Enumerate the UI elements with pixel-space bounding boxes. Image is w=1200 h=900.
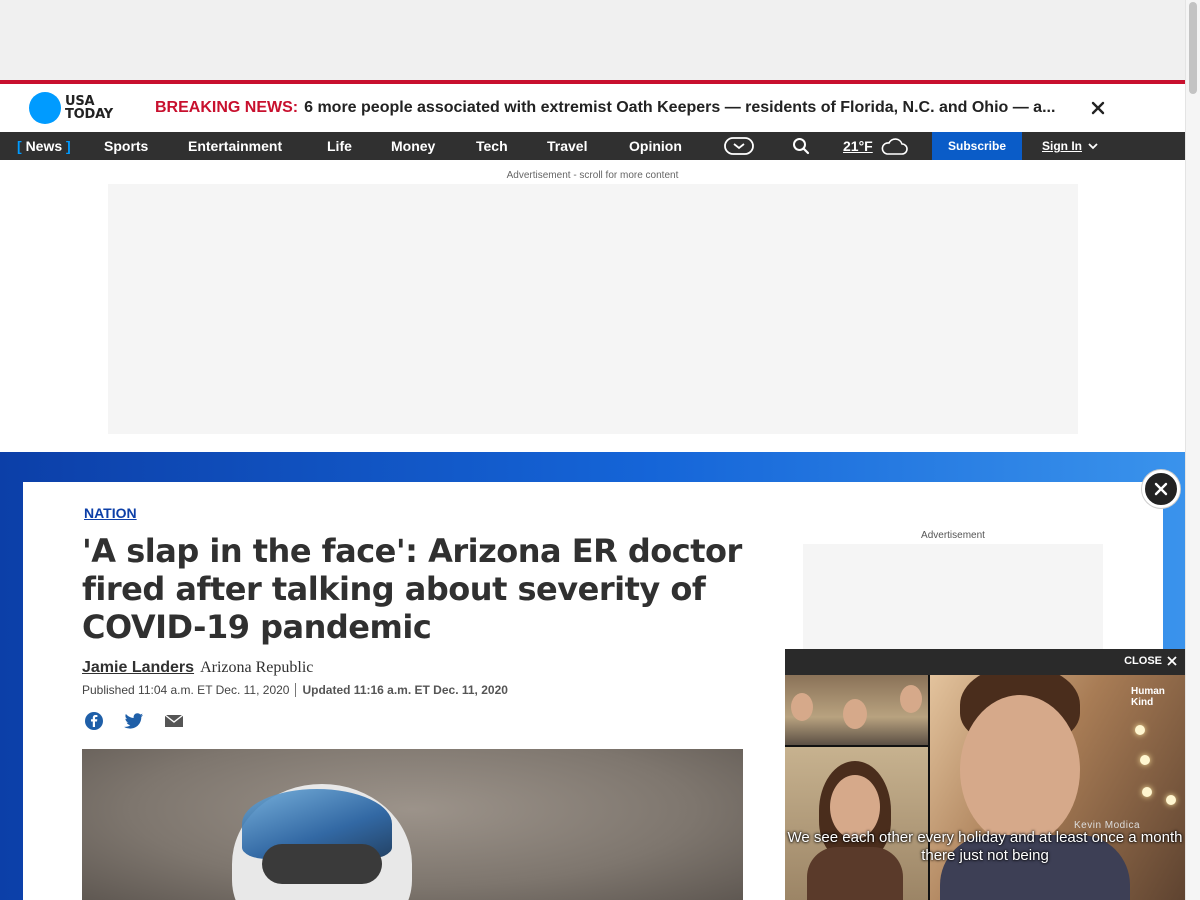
sign-in-label: Sign In [1042, 139, 1082, 153]
logo-line-2: TODAY [65, 107, 113, 122]
floating-video-player[interactable]: CLOSE Human Kind Kevin Modica We see eac… [785, 649, 1185, 900]
updated-date: Updated 11:16 a.m. ET Dec. 11, 2020 [302, 683, 508, 697]
person-face [960, 695, 1080, 845]
breaking-news-bar: USA TODAY BREAKING NEWS: 6 more people a… [0, 80, 1185, 132]
scrollbar[interactable] [1185, 0, 1200, 900]
breaking-news-headline[interactable]: 6 more people associated with extremist … [304, 99, 1072, 117]
close-icon [1167, 656, 1177, 666]
twitter-icon[interactable] [123, 710, 145, 732]
facebook-icon[interactable] [83, 710, 105, 732]
sidebar-advertisement[interactable] [803, 544, 1103, 654]
weather-temperature[interactable]: 21°F [843, 138, 873, 154]
person-face [843, 699, 867, 729]
mirror-light [1166, 795, 1176, 805]
video-brand-watermark: Human Kind [1131, 686, 1165, 708]
nav-item-news[interactable]: [ News ] [17, 138, 71, 154]
nav-item-life[interactable]: Life [327, 138, 352, 154]
page: USA TODAY BREAKING NEWS: 6 more people a… [0, 0, 1200, 900]
video-top-bar: CLOSE [785, 649, 1185, 675]
top-ad-strip [0, 0, 1185, 80]
section-tag[interactable]: NATION [84, 505, 137, 521]
breaking-news-label: BREAKING NEWS: [155, 99, 299, 116]
author-link[interactable]: Jamie Landers [82, 659, 194, 677]
nav-item-label: News [25, 138, 63, 154]
dateline: Published 11:04 a.m. ET Dec. 11, 2020 Up… [82, 683, 508, 697]
video-tile-woman [785, 747, 928, 900]
advertisement-banner[interactable] [108, 184, 1078, 434]
byline: Jamie Landers Arizona Republic [82, 659, 313, 677]
subscribe-button[interactable]: Subscribe [932, 132, 1022, 160]
logo-wordmark: USA TODAY [65, 95, 113, 121]
close-icon[interactable] [1091, 98, 1105, 121]
video-caption: We see each other every holiday and at l… [787, 829, 1183, 864]
main-nav: [ News ] Sports Entertainment Life Money… [0, 132, 1185, 160]
chevron-down-icon [1088, 142, 1098, 149]
email-icon[interactable] [163, 710, 185, 732]
scrollbar-thumb[interactable] [1189, 2, 1197, 94]
date-separator [295, 683, 297, 697]
sign-in-button[interactable]: Sign In [1042, 139, 1098, 153]
person-face [900, 685, 922, 713]
usa-today-logo[interactable]: USA TODAY [29, 92, 139, 124]
brand-line-2: Kind [1131, 697, 1154, 708]
cloud-icon[interactable] [880, 138, 908, 161]
search-icon[interactable] [792, 137, 810, 160]
nav-item-opinion[interactable]: Opinion [629, 138, 682, 154]
person-face [791, 693, 813, 721]
nav-item-tech[interactable]: Tech [476, 138, 508, 154]
close-icon [1154, 482, 1168, 496]
article-headline: 'A slap in the face': Arizona ER doctor … [82, 532, 742, 646]
nav-item-entertainment[interactable]: Entertainment [188, 138, 282, 154]
nav-item-travel[interactable]: Travel [547, 138, 587, 154]
sidebar-advertisement-label: Advertisement [921, 530, 985, 541]
mirror-light [1140, 755, 1150, 765]
mirror-light [1135, 725, 1145, 735]
article-hero-image[interactable] [82, 749, 743, 900]
more-menu-icon[interactable] [724, 137, 754, 160]
nav-item-sports[interactable]: Sports [104, 138, 148, 154]
close-article-button[interactable] [1142, 470, 1180, 508]
outlet-name: Arizona Republic [200, 659, 314, 676]
video-tile-speaker [930, 675, 1185, 900]
published-date: Published 11:04 a.m. ET Dec. 11, 2020 [82, 683, 290, 697]
brand-line-1: Human [1131, 686, 1165, 697]
logo-circle [29, 92, 61, 124]
video-close-label: CLOSE [1124, 655, 1162, 667]
nav-bracket-open: [ [17, 138, 22, 154]
nav-bracket-close: ] [66, 138, 71, 154]
video-tile-family [785, 675, 928, 745]
advertisement-label: Advertisement - scroll for more content [506, 170, 679, 181]
mirror-light [1142, 787, 1152, 797]
video-close-button[interactable]: CLOSE [1124, 655, 1177, 667]
visor-band [262, 844, 382, 884]
nav-item-money[interactable]: Money [391, 138, 435, 154]
